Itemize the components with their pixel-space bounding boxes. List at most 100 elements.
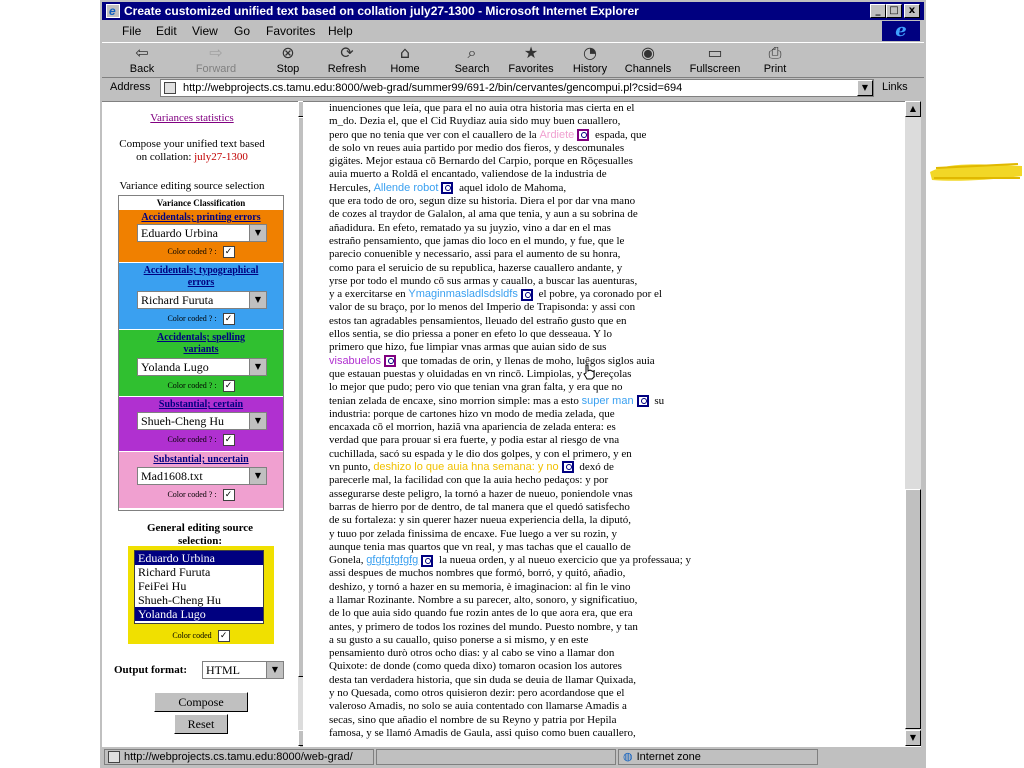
search-button[interactable]: ⌕ Search (444, 43, 500, 77)
address-dropdown-icon[interactable]: ▼ (857, 80, 873, 96)
variances-statistics-link[interactable]: Variances statistics (102, 112, 282, 124)
text-line: y no Quesada, como otros quisieron dezir… (329, 687, 799, 700)
minimize-button[interactable]: _ (870, 4, 886, 18)
general-source-listbox[interactable]: Eduardo Urbina Richard Furuta FeiFei Hu … (134, 550, 264, 624)
chevron-down-icon: ▼ (249, 413, 266, 429)
text-line: estraño pensamiento, que jamas dio loco … (329, 235, 799, 248)
spelling-variants-source-select[interactable]: Yolanda Lugo ▼ (137, 358, 267, 376)
address-url: http://webprojects.cs.tamu.edu:8000/web-… (183, 82, 683, 94)
forward-button[interactable]: ⇨ Forward (188, 43, 244, 77)
text-line: ellos sentia, se dio priessa a poner en … (329, 328, 799, 341)
color-coded-row: Color coded ? : ✓ (119, 246, 283, 258)
menu-go[interactable]: Go (234, 24, 250, 38)
compose-line-1: Compose your unified text based (119, 138, 265, 150)
list-item[interactable]: Richard Furuta (135, 565, 263, 579)
text-segment: inuenciones que leía, que para el no aui… (329, 102, 635, 114)
text-line: parecerle mal, la facilidad con que la a… (329, 474, 799, 487)
globe-icon: ◍ (623, 751, 633, 763)
scroll-thumb[interactable] (905, 489, 921, 729)
text-line: barras de hierro por de dentro, de tal m… (329, 501, 799, 514)
text-line: pero que no tenia que ver con el caualle… (329, 129, 799, 142)
color-coded-checkbox[interactable]: ✓ (222, 246, 235, 258)
color-coded-checkbox[interactable]: ✓ (222, 434, 235, 446)
stop-button[interactable]: ⊗ Stop (260, 43, 316, 77)
menu-help[interactable]: Help (328, 24, 353, 38)
variant-reading[interactable]: super man (582, 395, 634, 407)
color-coded-label: Color coded ? : (167, 380, 217, 390)
text-segment: parecio conuenible y necessario, assi pa… (329, 248, 621, 261)
text-segment: ellos sentia, se dio priessa a poner en … (329, 328, 612, 341)
magnifier-icon[interactable] (561, 461, 574, 474)
stop-icon: ⊗ (281, 43, 295, 62)
home-button[interactable]: ⌂ Home (377, 43, 433, 77)
menu-bar: File Edit View Go Favorites Help (102, 21, 924, 41)
menu-file[interactable]: File (122, 24, 141, 38)
category-title[interactable]: Substantial; certain (119, 397, 283, 411)
printing-errors-source-select[interactable]: Eduardo Urbina ▼ (137, 224, 267, 242)
favorites-button[interactable]: ★ Favorites (503, 43, 559, 77)
list-item[interactable]: FeiFei Hu (135, 579, 263, 593)
channels-icon: ◉ (641, 43, 655, 62)
variant-reading[interactable]: Ardiete (539, 129, 574, 141)
magnifier-icon[interactable] (636, 395, 649, 407)
color-coded-checkbox[interactable]: ✓ (222, 313, 235, 325)
text-line: visabuelos que tomadas de orin, y llenas… (329, 355, 799, 368)
text-line: assi despues de muchos nombres que formó… (329, 567, 799, 580)
magnifier-icon[interactable] (383, 355, 396, 368)
compose-button[interactable]: Compose (154, 692, 248, 712)
category-title[interactable]: Accidentals; spelling variants (119, 330, 283, 356)
color-coded-checkbox[interactable]: ✓ (222, 380, 235, 392)
print-button[interactable]: ⎙ Print (747, 43, 803, 77)
stop-label: Stop (276, 63, 300, 75)
list-item[interactable]: Shueh-Cheng Hu (135, 593, 263, 607)
magnifier-icon[interactable] (577, 129, 590, 142)
variant-reading[interactable]: Allende robot (374, 182, 439, 194)
reset-button[interactable]: Reset (174, 714, 228, 734)
scroll-down-icon[interactable]: ▼ (905, 730, 921, 746)
magnifier-icon[interactable] (441, 182, 454, 195)
text-segment: de solo vn reues auia partido por medio … (329, 141, 625, 154)
category-title[interactable]: Accidentals; typographical errors (119, 263, 283, 289)
menu-favorites[interactable]: Favorites (266, 24, 315, 38)
list-item[interactable]: Yolanda Lugo (135, 607, 263, 621)
variant-reading[interactable]: deshizo lo que auia hna semana: y no (373, 461, 558, 473)
history-button[interactable]: ◔ History (562, 43, 618, 77)
home-label: Home (390, 63, 420, 75)
maximize-button[interactable]: □ (886, 4, 902, 18)
back-button[interactable]: ⇦ Back (114, 43, 170, 77)
links-button[interactable]: Links (882, 81, 908, 93)
list-item[interactable]: Eduardo Urbina (135, 551, 263, 565)
text-line: famosa, y se llamó Amadis de Gaula, assi… (329, 727, 799, 740)
forward-label: Forward (195, 63, 237, 75)
substantial-uncertain-source-select[interactable]: Mad1608.txt ▼ (137, 467, 267, 485)
substantial-certain-source-select[interactable]: Shueh-Cheng Hu ▼ (137, 412, 267, 430)
category-substantial-certain: Substantial; certain Shueh-Cheng Hu ▼ Co… (119, 396, 283, 451)
close-button[interactable]: x (904, 4, 920, 18)
general-color-coded-checkbox[interactable]: ✓ (217, 630, 230, 642)
text-segment: añadidura. En efeto, rematado ya su juyz… (329, 221, 611, 234)
menu-edit[interactable]: Edit (156, 24, 177, 38)
refresh-button[interactable]: ⟳ Refresh (319, 43, 375, 77)
category-title[interactable]: Substantial; uncertain (119, 452, 283, 466)
variant-reading[interactable]: Ymaginmasladlsdsldfs (408, 288, 517, 300)
text-frame-scrollbar[interactable]: ▲ ▼ (905, 101, 921, 746)
variant-reading[interactable]: gfgfgfgfgfg (366, 554, 418, 566)
menu-view[interactable]: View (192, 24, 218, 38)
category-title[interactable]: Accidentals; printing errors (119, 210, 283, 224)
text-segment: assi despues de muchos nombres que formó… (329, 567, 626, 580)
typographical-errors-source-select[interactable]: Richard Furuta ▼ (137, 291, 267, 309)
color-coded-checkbox[interactable]: ✓ (222, 489, 235, 501)
scroll-up-icon[interactable]: ▲ (905, 101, 921, 117)
magnifier-icon[interactable] (421, 554, 434, 567)
text-segment: estos tan agradables pensamientos, lleua… (329, 314, 627, 327)
text-segment: primero que hizo, fue limpiar vnas armas… (329, 341, 607, 354)
compose-line-2: on collation: (136, 151, 192, 163)
text-segment: Quixote: de donde (como queda dixo) toma… (329, 660, 622, 673)
text-line: gigätes. Mejor estaua cō Bernardo del Ca… (329, 155, 799, 168)
channels-button[interactable]: ◉ Channels (620, 43, 676, 77)
address-input[interactable]: http://webprojects.cs.tamu.edu:8000/web-… (160, 79, 874, 97)
output-format-select[interactable]: HTML ▼ (202, 661, 284, 679)
fullscreen-button[interactable]: ▭ Fullscreen (687, 43, 743, 77)
magnifier-icon[interactable] (520, 288, 533, 301)
variant-reading[interactable]: visabuelos (329, 355, 381, 367)
